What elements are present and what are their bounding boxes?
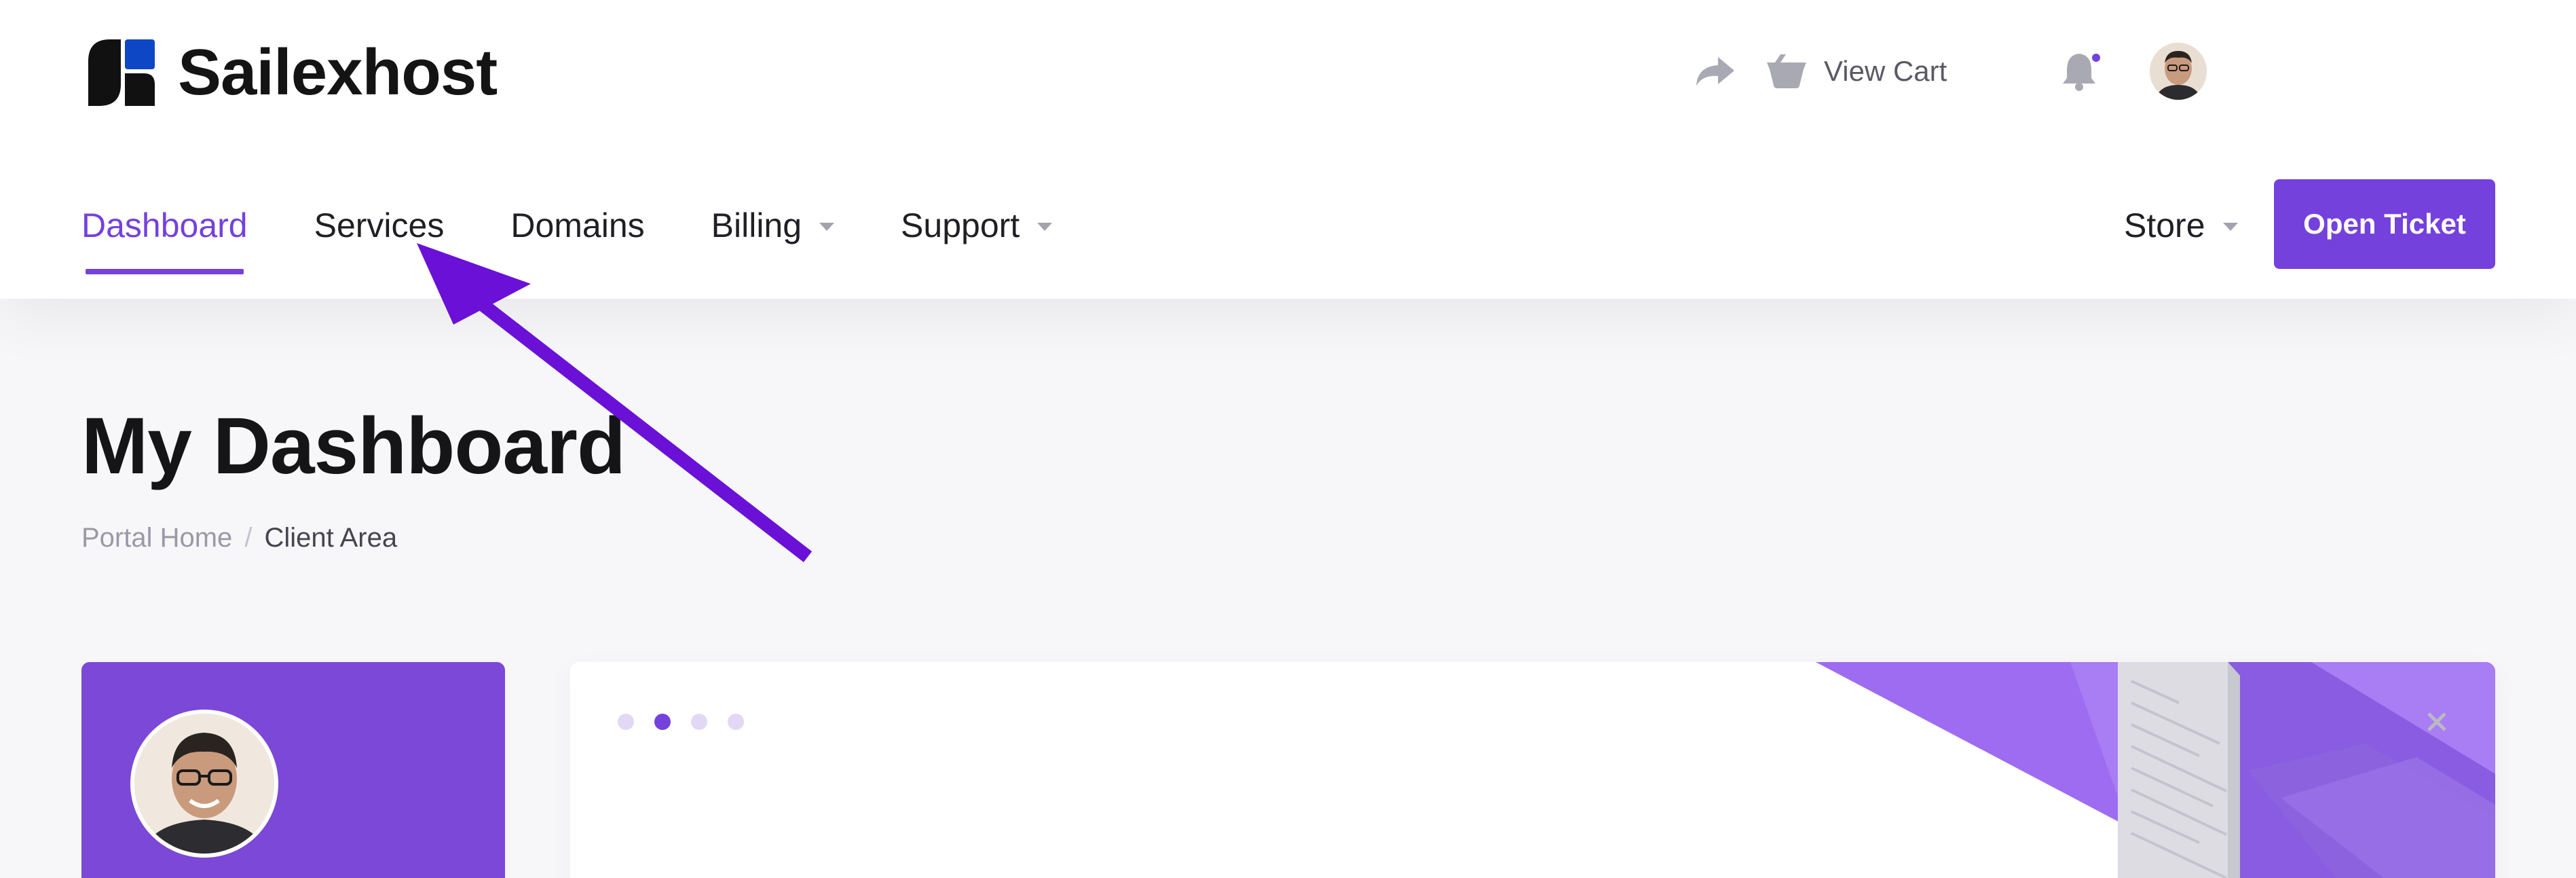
profile-avatar[interactable] xyxy=(130,710,278,858)
user-photo xyxy=(2150,43,2207,100)
share-button[interactable] xyxy=(1694,27,1748,115)
breadcrumb-portal-home[interactable]: Portal Home xyxy=(81,523,232,553)
notifications-button[interactable] xyxy=(2061,27,2109,115)
carousel-dot-4[interactable] xyxy=(728,714,744,730)
notification-badge xyxy=(2090,52,2102,64)
nav-domains[interactable]: Domains xyxy=(510,178,644,273)
breadcrumb-current: Client Area xyxy=(264,523,398,553)
promo-illustration xyxy=(1816,662,2495,878)
brand-name: Sailexhost xyxy=(178,36,498,109)
nav-dashboard[interactable]: Dashboard xyxy=(81,178,248,274)
profile-photo xyxy=(134,714,274,854)
close-icon xyxy=(2427,712,2446,731)
brand-logo[interactable]: Sailexhost xyxy=(86,35,498,110)
topbar-actions: View Cart xyxy=(1694,27,2576,115)
site-header: Sailexhost View Cart Dashboard Services … xyxy=(0,0,2576,299)
profile-card xyxy=(81,662,505,878)
cart-basket-icon xyxy=(1767,54,1806,88)
chevron-down-icon xyxy=(2222,223,2238,231)
nav-dashboard-label: Dashboard xyxy=(81,206,248,244)
page-title: My Dashboard xyxy=(81,401,626,491)
carousel-dot-3[interactable] xyxy=(691,714,707,730)
share-arrow-icon xyxy=(1696,57,1734,86)
nav-billing-label: Billing xyxy=(711,206,802,244)
nav-store-label: Store xyxy=(2124,206,2205,244)
user-avatar[interactable] xyxy=(2150,43,2207,100)
open-ticket-button[interactable]: Open Ticket xyxy=(2274,179,2495,269)
view-cart-label: View Cart xyxy=(1824,55,1947,87)
close-promo-button[interactable] xyxy=(2422,707,2452,737)
logo-mark-icon xyxy=(88,39,155,106)
view-cart-link[interactable]: View Cart xyxy=(1766,27,1947,115)
chevron-down-icon xyxy=(1037,223,1053,231)
carousel-dot-1[interactable] xyxy=(618,714,634,730)
nav-services[interactable]: Services xyxy=(314,178,445,273)
breadcrumb: Portal Home / Client Area xyxy=(81,523,397,553)
carousel-dots xyxy=(618,714,764,730)
nav-support[interactable]: Support xyxy=(901,178,1053,273)
nav-store[interactable]: Store xyxy=(2124,178,2238,273)
main-nav: Dashboard Services Domains Billing Suppo… xyxy=(81,178,1119,299)
breadcrumb-separator: / xyxy=(244,523,253,553)
chevron-down-icon xyxy=(819,223,835,231)
nav-services-label: Services xyxy=(314,206,445,244)
nav-domains-label: Domains xyxy=(510,206,645,244)
nav-support-label: Support xyxy=(901,206,1020,244)
nav-billing[interactable]: Billing xyxy=(711,178,835,273)
promo-carousel xyxy=(570,662,2495,878)
carousel-dot-2[interactable] xyxy=(654,714,671,730)
